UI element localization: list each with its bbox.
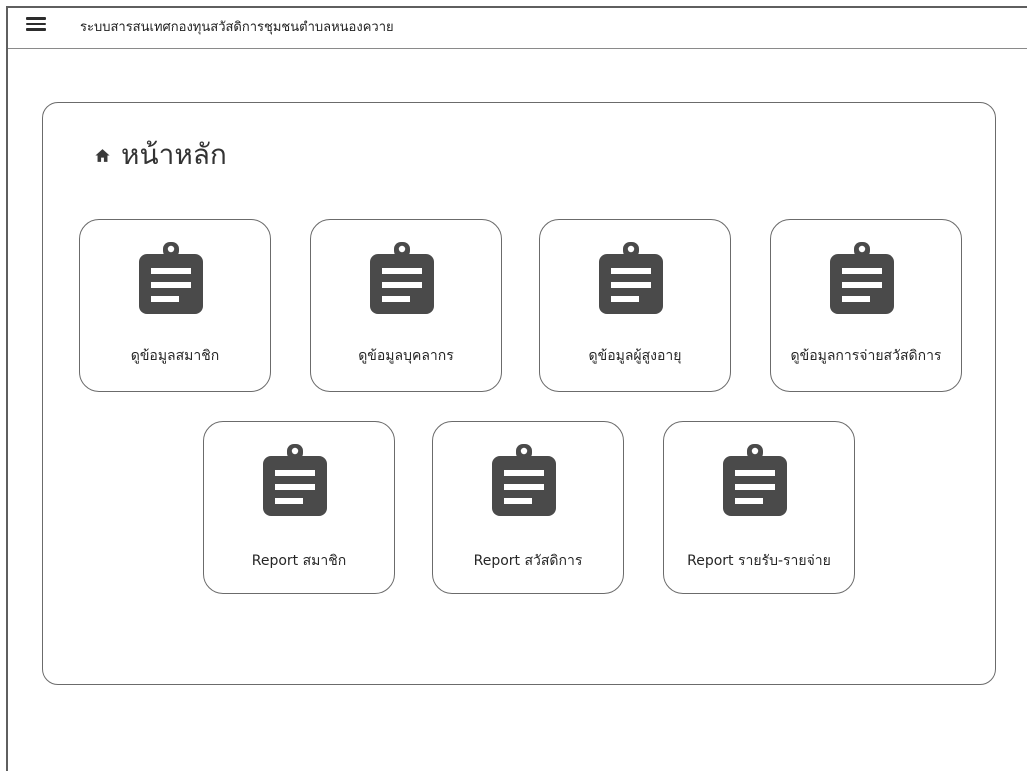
card-report-members[interactable]: Report สมาชิก <box>203 421 395 594</box>
card-label: ดูข้อมูลการจ่ายสวัสดิการ <box>790 348 942 364</box>
clipboard-icon <box>139 242 203 314</box>
home-icon <box>95 148 110 162</box>
hamburger-menu-icon[interactable] <box>26 17 46 31</box>
card-label: Report สวัสดิการ <box>473 553 583 569</box>
clipboard-icon <box>599 242 663 314</box>
clipboard-icon <box>492 444 556 516</box>
clipboard-icon <box>723 444 787 516</box>
card-view-elderly[interactable]: ดูข้อมูลผู้สูงอายุ <box>539 219 731 392</box>
card-view-staff[interactable]: ดูข้อมูลบุคลากร <box>310 219 502 392</box>
card-label: Report สมาชิก <box>251 553 347 569</box>
clipboard-icon <box>830 242 894 314</box>
clipboard-icon <box>263 444 327 516</box>
card-label: ดูข้อมูลบุคลากร <box>358 348 454 364</box>
card-view-members[interactable]: ดูข้อมูลสมาชิก <box>79 219 271 392</box>
card-report-income-expense[interactable]: Report รายรับ-รายจ่าย <box>663 421 855 594</box>
card-report-welfare[interactable]: Report สวัสดิการ <box>432 421 624 594</box>
app-title: ระบบสารสนเทศกองทุนสวัสดิการชุมชนตำบลหนอง… <box>80 20 394 35</box>
page-title: หน้าหลัก <box>121 138 227 171</box>
card-label: Report รายรับ-รายจ่าย <box>687 553 831 569</box>
main-panel <box>42 102 996 685</box>
card-label: ดูข้อมูลผู้สูงอายุ <box>588 348 682 364</box>
card-view-welfare-payments[interactable]: ดูข้อมูลการจ่ายสวัสดิการ <box>770 219 962 392</box>
clipboard-icon <box>370 242 434 314</box>
card-label: ดูข้อมูลสมาชิก <box>130 348 220 364</box>
page-heading: หน้าหลัก <box>94 135 227 175</box>
